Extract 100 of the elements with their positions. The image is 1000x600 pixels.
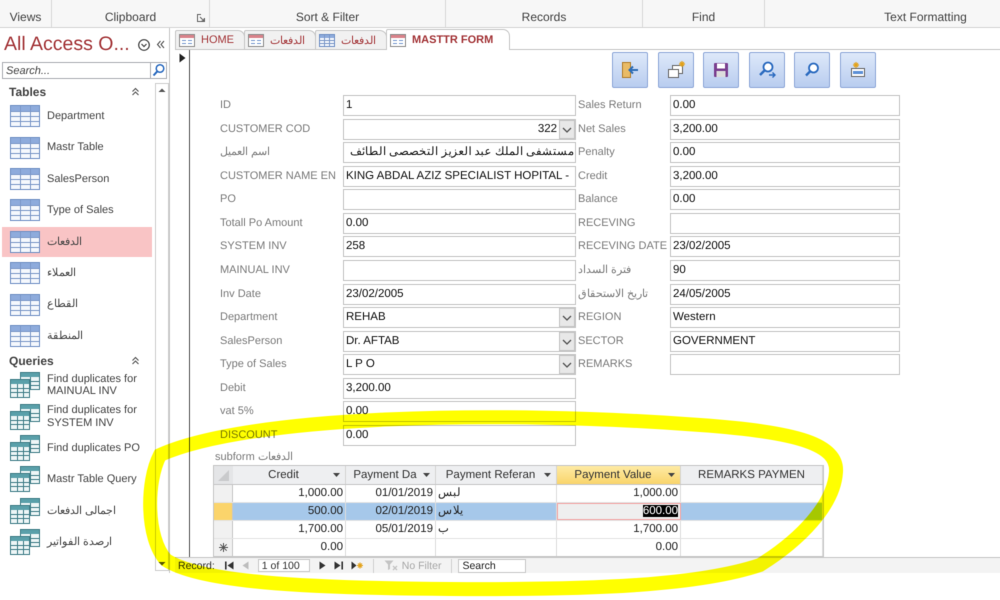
field-label: Type of Sales <box>220 357 288 372</box>
corner-arrow-icon[interactable] <box>197 14 205 22</box>
text-field[interactable]: 3,200.00 <box>670 118 900 140</box>
text-field[interactable]: 24/05/2005 <box>670 284 900 304</box>
search-icon[interactable] <box>150 62 167 79</box>
text-field[interactable] <box>343 189 576 210</box>
text-field[interactable]: 23/02/2005 <box>343 284 576 304</box>
bar-left-triangle-icon[interactable] <box>224 561 234 570</box>
combo-box[interactable]: REHAB <box>343 307 576 328</box>
dropdown-chevron-icon[interactable] <box>559 308 575 328</box>
text-field[interactable]: 258 <box>343 236 576 258</box>
nav-pane-title[interactable]: All Access O... <box>4 33 132 56</box>
search-field[interactable]: Search <box>458 558 526 572</box>
nav-item[interactable]: Find duplicates PO <box>2 432 152 464</box>
nav-item[interactable]: القطاع <box>2 289 152 320</box>
section-header[interactable]: Tables <box>9 84 46 98</box>
field-label: Penalty <box>578 145 616 160</box>
subform-label: subform الدفعات <box>215 450 293 464</box>
nav-item[interactable]: Find duplicates for MAINUAL INV <box>2 370 152 401</box>
dropdown-chevron-icon[interactable] <box>559 355 575 374</box>
document-tab[interactable]: HOME <box>175 30 245 49</box>
nav-item[interactable]: Mastr Table Query <box>2 464 152 495</box>
field-label: REMARKS <box>578 357 634 372</box>
column-header[interactable]: REMARKS PAYMEN <box>681 466 823 484</box>
text-field[interactable]: Western <box>670 307 900 328</box>
text-field[interactable]: GOVERNMENT <box>670 330 900 352</box>
dropdown-caret-icon[interactable] <box>423 472 430 477</box>
field-label: PO <box>220 192 237 208</box>
table-grid-icon <box>319 34 335 46</box>
double-chevron-left-icon[interactable] <box>156 40 165 49</box>
nav-item[interactable]: Find duplicates for SYSTEM INV <box>2 402 152 432</box>
search-field[interactable]: Search... <box>2 62 150 79</box>
magnifier-arrow-icon <box>756 60 777 80</box>
ribbon-group-label: Clipboard <box>104 10 156 24</box>
text-field[interactable]: KING ABDAL AZIZ SPECIALIST HOPITAL - <box>343 166 576 187</box>
combo-box[interactable]: 322 <box>343 118 576 140</box>
nav-item[interactable]: SalesPerson <box>2 164 152 194</box>
exit-button[interactable] <box>612 52 648 88</box>
text-field[interactable] <box>670 212 900 234</box>
record-number-field[interactable]: 1 of 100 <box>258 559 310 572</box>
nav-item[interactable]: العملاء <box>2 258 152 288</box>
text-field[interactable]: 0.00 <box>343 424 576 446</box>
field-label: Inv Date <box>220 286 262 302</box>
table-cell: 0.00 <box>233 538 346 556</box>
nav-item[interactable]: المنطقة <box>2 320 152 352</box>
combo-box[interactable]: L P O <box>343 354 576 376</box>
circled-chevron-down-icon[interactable] <box>138 38 150 50</box>
search-button[interactable] <box>794 52 830 88</box>
text-field[interactable]: 1 <box>343 95 576 116</box>
windows-sparkle-icon <box>666 60 686 80</box>
text-field[interactable]: مستشفى الملك عبد العزيز التخصصى الطائف <box>343 142 576 164</box>
double-chevron-up-icon[interactable] <box>131 87 140 96</box>
table-cell: 600.00 <box>557 502 681 520</box>
field-label: CUSTOMER NAME EN <box>220 168 337 184</box>
dropdown-chevron-icon[interactable] <box>559 120 575 139</box>
field-label: ID <box>220 98 232 113</box>
field-label: Net Sales <box>578 122 627 137</box>
document-tab[interactable]: الدفعات <box>315 30 387 49</box>
text-field[interactable]: 90 <box>670 260 900 281</box>
document-tab[interactable]: MASTTR FORM <box>386 29 510 50</box>
nav-item[interactable]: Mastr Table <box>2 132 152 163</box>
table-cell: 1,000.00 <box>233 484 346 502</box>
nav-item[interactable]: ارصدة الفواتير <box>2 527 152 558</box>
text-field[interactable]: 3,200.00 <box>670 166 900 187</box>
triangle-star-icon[interactable] <box>350 561 363 570</box>
text-field[interactable] <box>343 260 576 281</box>
nav-item[interactable]: الدفعات <box>2 226 152 257</box>
right-triangle-bar-icon[interactable] <box>334 561 343 570</box>
new-form-button[interactable] <box>840 52 876 88</box>
text-field[interactable]: 0.00 <box>343 212 576 234</box>
field-label: REGION <box>578 310 622 326</box>
field-label: SYSTEM INV <box>220 239 288 254</box>
find-next-button[interactable] <box>748 52 785 88</box>
text-field[interactable]: 0.00 <box>670 95 900 116</box>
new-window-button[interactable] <box>658 52 694 88</box>
table-grid-icon <box>10 136 40 159</box>
form-window-icon <box>179 34 195 46</box>
nav-item[interactable]: Department <box>2 101 152 132</box>
section-header[interactable]: Queries <box>9 354 54 368</box>
nav-item[interactable]: اجمالى الدفعات <box>2 496 152 526</box>
text-field[interactable]: 3,200.00 <box>343 378 576 399</box>
dropdown-caret-icon[interactable] <box>333 472 340 477</box>
text-field[interactable]: 0.00 <box>670 189 900 210</box>
text-field[interactable] <box>670 354 900 376</box>
dropdown-caret-icon[interactable] <box>668 472 675 477</box>
document-tab[interactable]: الدفعات <box>244 30 316 49</box>
dropdown-chevron-icon[interactable] <box>559 332 575 351</box>
combo-box[interactable]: Dr. AFTAB <box>343 330 576 352</box>
field-label: فترة السداد <box>578 262 632 278</box>
column-header[interactable]: Credit <box>233 466 346 484</box>
text-field[interactable]: 23/02/2005 <box>670 236 900 258</box>
right-triangle-icon[interactable] <box>318 561 326 570</box>
double-chevron-up-icon[interactable] <box>131 356 140 366</box>
row-selector[interactable] <box>214 538 233 556</box>
text-field[interactable]: 0.00 <box>670 142 900 164</box>
column-header[interactable]: Payment Da <box>346 466 436 484</box>
nav-item[interactable]: Type of Sales <box>2 195 152 226</box>
dropdown-caret-icon[interactable] <box>544 472 551 477</box>
column-header[interactable]: Payment Value <box>557 466 681 484</box>
save-button[interactable] <box>703 52 740 88</box>
